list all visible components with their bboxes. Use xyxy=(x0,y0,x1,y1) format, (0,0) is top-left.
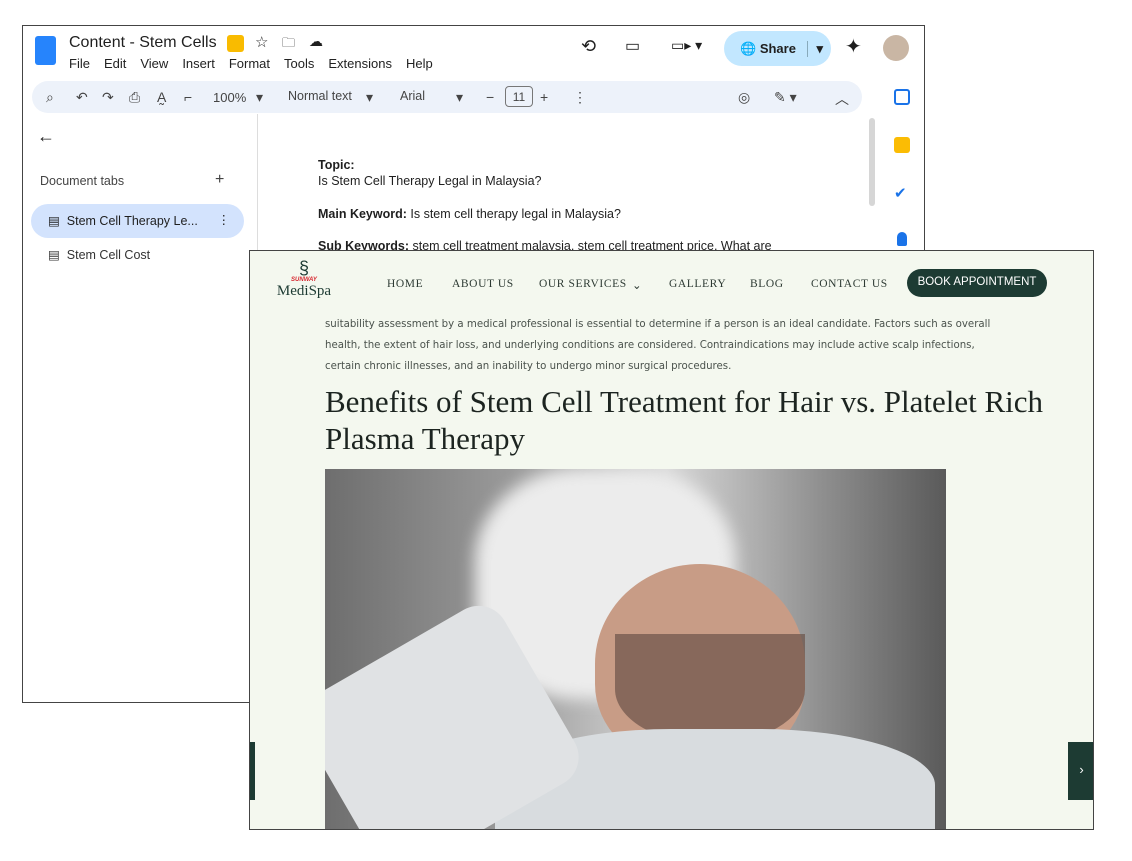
toolbar: ⌕ ↶ ↷ ⎙ A̰ ⌐ 100% ▾ Normal text ▾ Arial ▾ −… xyxy=(32,81,862,113)
share-button[interactable]: 🌐 Share ▾ xyxy=(724,31,831,66)
nav-gallery[interactable]: GALLERY xyxy=(669,278,726,290)
nav-blog[interactable]: BLOG xyxy=(750,278,784,290)
avatar[interactable] xyxy=(883,35,909,61)
back-arrow-icon[interactable]: ← xyxy=(37,126,55,147)
tab-label: Stem Cell Cost xyxy=(66,248,151,262)
zoom-select[interactable]: 100% xyxy=(213,90,246,105)
gemini-edit-icon[interactable]: ◎ xyxy=(738,89,750,106)
menu-view[interactable]: View xyxy=(140,56,168,71)
next-slide-button[interactable]: › xyxy=(1068,742,1093,800)
history-icon[interactable]: ⟲ xyxy=(581,36,596,57)
main-keyword-text: Is stem cell therapy legal in Malaysia? xyxy=(406,207,621,221)
menu-tools[interactable]: Tools xyxy=(284,56,314,71)
menu-extensions[interactable]: Extensions xyxy=(328,56,392,71)
menu-file[interactable]: File xyxy=(69,56,90,71)
move-icon[interactable] xyxy=(227,35,244,52)
tasks-icon[interactable]: ✔ xyxy=(894,184,907,202)
add-tab-icon[interactable]: + xyxy=(215,171,224,189)
nav-our-services[interactable]: OUR SERVICES xyxy=(539,278,627,290)
chevron-down-icon: ▾ xyxy=(456,89,464,105)
globe-icon: 🌐 xyxy=(740,41,757,56)
collapse-icon[interactable]: ︿ xyxy=(835,89,849,109)
nav-about-us[interactable]: ABOUT US xyxy=(452,278,514,290)
tab-stem-cell-cost[interactable]: ▤ Stem Cell Cost xyxy=(48,247,150,262)
nav-home[interactable]: HOME xyxy=(387,278,423,290)
tab-options-icon[interactable]: ⋮ xyxy=(218,212,231,227)
scrollbar[interactable] xyxy=(869,118,875,206)
search-icon[interactable]: ⌕ xyxy=(46,89,54,106)
site-logo[interactable]: § SUNWAY MediSpa xyxy=(274,259,334,300)
menu-help[interactable]: Help xyxy=(406,56,433,71)
comments-icon[interactable]: ▭ xyxy=(625,36,640,56)
share-dropdown-icon[interactable]: ▾ xyxy=(807,41,823,57)
topic-label: Topic: xyxy=(318,158,355,172)
chevron-down-icon: ▾ xyxy=(366,89,374,105)
article-heading: Benefits of Stem Cell Treatment for Hair… xyxy=(325,384,1044,456)
gemini-icon[interactable]: ✦ xyxy=(845,34,862,59)
paint-format-icon[interactable]: ⌐ xyxy=(184,89,192,105)
book-appointment-button[interactable]: BOOK APPOINTMENT xyxy=(907,269,1047,297)
docs-logo-icon[interactable] xyxy=(35,36,56,65)
style-select[interactable]: Normal text xyxy=(288,89,352,103)
undo-icon[interactable]: ↶ xyxy=(76,89,88,106)
redo-icon[interactable]: ↷ xyxy=(102,89,114,106)
chevron-down-icon: ▾ xyxy=(256,89,264,105)
folder-icon[interactable]: 🗀 xyxy=(282,34,295,56)
chevron-down-icon[interactable]: ⌄ xyxy=(632,278,642,292)
chevron-right-icon: › xyxy=(1079,762,1084,777)
article-paragraph: suitability assessment by a medical prof… xyxy=(325,319,991,372)
logo-mark-icon: § xyxy=(298,258,309,278)
star-icon[interactable]: ☆ xyxy=(255,33,268,51)
menu-bar: File Edit View Insert Format Tools Extensions H… xyxy=(69,55,447,73)
meet-icon[interactable]: ▭▸ ▾ xyxy=(671,37,702,54)
menu-edit[interactable]: Edit xyxy=(104,56,126,71)
share-label: Share xyxy=(759,41,796,56)
font-size-input[interactable]: 11 xyxy=(505,86,533,107)
menu-insert[interactable]: Insert xyxy=(182,56,215,71)
more-icon[interactable]: ⋮ xyxy=(573,89,587,106)
cloud-icon[interactable]: ☁ xyxy=(309,33,323,50)
editing-mode-icon[interactable]: ✎ ▾ xyxy=(774,89,797,106)
prev-slide-button[interactable] xyxy=(250,742,255,800)
decrease-font-icon[interactable]: − xyxy=(486,89,494,105)
medispa-website: § SUNWAY MediSpa HOME ABOUT US OUR SERVI… xyxy=(249,250,1094,830)
print-icon[interactable]: ⎙ xyxy=(129,89,140,106)
document-icon: ▤ xyxy=(48,248,60,262)
doc-title[interactable]: Content - Stem Cells xyxy=(69,34,217,52)
spellcheck-icon[interactable]: A̰ xyxy=(157,89,166,105)
topic-text: Is Stem Cell Therapy Legal in Malaysia? xyxy=(318,174,542,188)
logo-name: MediSpa xyxy=(276,283,332,299)
document-body[interactable]: Topic: Is Stem Cell Therapy Legal in Mal… xyxy=(318,157,772,254)
document-tabs-heading: Document tabs xyxy=(40,174,125,188)
nav-contact-us[interactable]: CONTACT US xyxy=(811,278,888,290)
tab-stem-cell-therapy[interactable]: ▤ Stem Cell Therapy Le... ⋮ xyxy=(31,204,244,238)
main-keyword-label: Main Keyword: xyxy=(318,207,407,221)
contacts-icon[interactable] xyxy=(897,232,907,246)
document-icon: ▤ xyxy=(48,214,60,228)
keep-icon[interactable] xyxy=(894,137,910,153)
tab-label: Stem Cell Therapy Le... xyxy=(66,214,198,228)
calendar-icon[interactable] xyxy=(894,89,910,105)
increase-font-icon[interactable]: + xyxy=(540,89,548,105)
font-select[interactable]: Arial xyxy=(400,89,425,103)
article-image xyxy=(325,469,946,829)
menu-format[interactable]: Format xyxy=(229,56,270,71)
